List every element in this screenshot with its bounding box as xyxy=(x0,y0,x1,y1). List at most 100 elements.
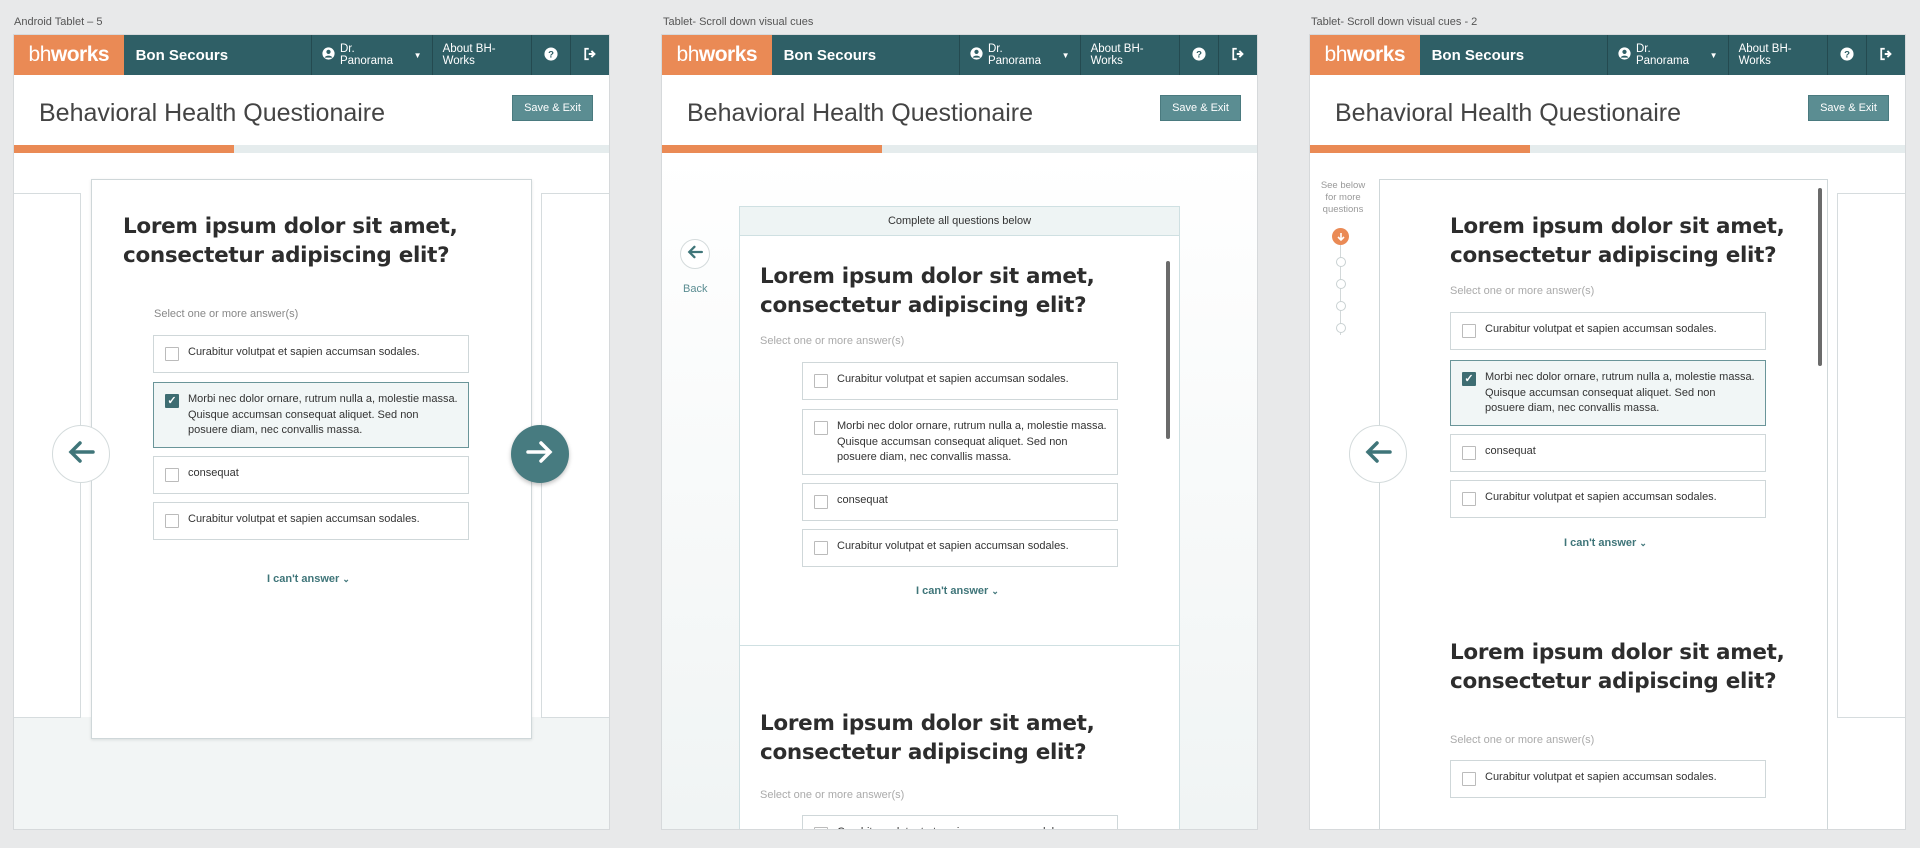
arrow-down-circle-icon[interactable] xyxy=(1332,228,1349,245)
cant-answer-toggle[interactable]: I can't answer ⌄ xyxy=(916,585,999,597)
question-scroll-panel[interactable]: Complete all questions below Lorem ipsum… xyxy=(739,206,1180,829)
progress-dot[interactable] xyxy=(1336,279,1346,289)
question-title: Lorem ipsum dolor sit amet, consectetur a… xyxy=(1450,214,1785,268)
user-menu[interactable]: Dr. Panorama ▼ xyxy=(310,35,432,75)
checkbox[interactable] xyxy=(814,541,828,555)
answer-option[interactable]: Curabitur volutpat et sapien accumsan so… xyxy=(802,815,1118,829)
sign-out-icon xyxy=(583,47,598,64)
checkbox[interactable] xyxy=(814,495,828,509)
org-name: Bon Secours xyxy=(135,46,229,64)
logout-button[interactable] xyxy=(1218,35,1257,75)
chevron-down-icon: ⌄ xyxy=(342,574,350,584)
save-exit-button[interactable]: Save & Exit xyxy=(512,95,593,121)
question-area: See below for more questions Lorem ipsum… xyxy=(1310,153,1905,829)
answer-option-selected[interactable]: ✓ Morbi nec dolor ornare, rutrum nulla a,… xyxy=(1450,360,1766,426)
question-title: Lorem ipsum dolor sit amet, consectetur a… xyxy=(760,711,1095,765)
org-name: Bon Secours xyxy=(783,46,877,64)
answer-option[interactable]: Curabitur volutpat et sapien accumsan so… xyxy=(1450,312,1766,350)
checkbox[interactable] xyxy=(814,827,828,829)
answer-option[interactable]: consequat xyxy=(153,456,469,494)
question-title: Lorem ipsum dolor sit amet, consectetur a… xyxy=(123,214,458,268)
checkbox[interactable] xyxy=(1462,446,1476,460)
frame-label: Tablet- Scroll down visual cues xyxy=(663,16,814,28)
about-link[interactable]: About BH-Works xyxy=(431,35,532,75)
prev-question-button[interactable] xyxy=(52,425,110,483)
help-button[interactable]: ? xyxy=(1827,35,1866,75)
svg-text:?: ? xyxy=(1844,49,1850,60)
help-button[interactable]: ? xyxy=(531,35,570,75)
answer-option[interactable]: Curabitur volutpat et sapien accumsan so… xyxy=(802,529,1118,567)
prev-question-button[interactable] xyxy=(1349,425,1407,483)
checkbox[interactable] xyxy=(1462,492,1476,506)
checkbox-checked[interactable]: ✓ xyxy=(165,394,179,408)
bhworks-logo[interactable]: bh works xyxy=(662,35,772,75)
save-exit-button[interactable]: Save & Exit xyxy=(1160,95,1241,121)
question-scroll-panel[interactable]: Lorem ipsum dolor sit amet, consectetur a… xyxy=(1379,179,1828,829)
progress-dot[interactable] xyxy=(1336,323,1346,333)
bhworks-logo[interactable]: bh works xyxy=(1310,35,1420,75)
frame-label: Android Tablet – 5 xyxy=(14,16,103,28)
svg-text:?: ? xyxy=(1196,49,1202,60)
next-card-peek xyxy=(1837,193,1905,718)
answer-option[interactable]: consequat xyxy=(1450,434,1766,472)
frame-scroll-visual-cues-2: bh works Bon Secours Dr. Panorama ▼ About… xyxy=(1309,34,1906,830)
user-menu[interactable]: Dr. Panorama ▼ xyxy=(958,35,1080,75)
answer-option[interactable]: Curabitur volutpat et sapien accumsan so… xyxy=(153,335,469,373)
save-exit-button[interactable]: Save & Exit xyxy=(1808,95,1889,121)
scrollbar-thumb[interactable] xyxy=(1818,188,1822,366)
about-link[interactable]: About BH-Works xyxy=(1727,35,1828,75)
back-button[interactable] xyxy=(680,239,710,269)
caret-down-icon: ▼ xyxy=(413,50,422,60)
checkbox[interactable] xyxy=(165,468,179,482)
help-button[interactable]: ? xyxy=(1179,35,1218,75)
answer-option[interactable]: Curabitur volutpat et sapien accumsan so… xyxy=(1450,480,1766,518)
cant-answer-toggle[interactable]: I can't answer ⌄ xyxy=(1564,537,1647,549)
arrow-left-icon xyxy=(67,440,95,469)
question-circle-icon: ? xyxy=(1192,46,1206,64)
bhworks-logo[interactable]: bh works xyxy=(14,35,124,75)
question-divider xyxy=(740,645,1179,646)
question-instruction: Select one or more answer(s) xyxy=(1450,285,1595,297)
top-navbar: bh works Bon Secours Dr. Panorama ▼ About… xyxy=(14,35,609,75)
next-question-button[interactable] xyxy=(511,425,569,483)
question-instruction: Select one or more answer(s) xyxy=(154,308,299,320)
answer-option-selected[interactable]: ✓ Morbi nec dolor ornare, rutrum nulla a,… xyxy=(153,382,469,448)
top-navbar: bh works Bon Secours Dr. Panorama ▼ About… xyxy=(1310,35,1905,75)
checkbox-checked[interactable]: ✓ xyxy=(1462,372,1476,386)
answer-option[interactable]: Curabitur volutpat et sapien accumsan so… xyxy=(1450,760,1766,798)
checkbox[interactable] xyxy=(165,347,179,361)
scrollbar-thumb[interactable] xyxy=(1166,261,1170,439)
sign-out-icon xyxy=(1231,47,1246,64)
page-title: Behavioral Health Questionaire xyxy=(39,99,386,127)
sign-out-icon xyxy=(1879,47,1894,64)
cant-answer-toggle[interactable]: I can't answer ⌄ xyxy=(267,573,350,585)
checkbox[interactable] xyxy=(814,421,828,435)
progress-dot[interactable] xyxy=(1336,257,1346,267)
about-link[interactable]: About BH-Works xyxy=(1079,35,1180,75)
answer-option[interactable]: consequat xyxy=(802,483,1118,521)
logout-button[interactable] xyxy=(570,35,609,75)
progress-bar xyxy=(1310,145,1905,153)
progress-dot[interactable] xyxy=(1336,301,1346,311)
question-instruction: Select one or more answer(s) xyxy=(1450,734,1595,746)
checkbox[interactable] xyxy=(814,374,828,388)
logout-button[interactable] xyxy=(1866,35,1905,75)
checkbox[interactable] xyxy=(1462,324,1476,338)
frame-android-tablet: bh works Bon Secours Dr. Panorama ▼ About… xyxy=(13,34,610,830)
user-menu[interactable]: Dr. Panorama ▼ xyxy=(1606,35,1728,75)
checkbox[interactable] xyxy=(1462,772,1476,786)
user-name: Dr. Panorama xyxy=(987,43,1041,67)
answer-option[interactable]: Curabitur volutpat et sapien accumsan so… xyxy=(802,362,1118,400)
question-instruction: Select one or more answer(s) xyxy=(760,335,905,347)
title-bar: Behavioral Health Questionaire Save & Ex… xyxy=(662,75,1257,145)
question-title: Lorem ipsum dolor sit amet, consectetur a… xyxy=(760,264,1095,318)
answer-option[interactable]: Morbi nec dolor ornare, rutrum nulla a, … xyxy=(802,409,1118,475)
question-card: Lorem ipsum dolor sit amet, consectetur a… xyxy=(91,179,532,739)
arrow-left-icon xyxy=(687,245,703,264)
page-title: Behavioral Health Questionaire xyxy=(687,99,1034,127)
answer-option[interactable]: Curabitur volutpat et sapien accumsan so… xyxy=(153,502,469,540)
question-area: Back Complete all questions below Lorem … xyxy=(662,153,1257,829)
checkbox[interactable] xyxy=(165,514,179,528)
question-instruction: Select one or more answer(s) xyxy=(760,789,905,801)
frame-scroll-visual-cues: bh works Bon Secours Dr. Panorama ▼ About… xyxy=(661,34,1258,830)
